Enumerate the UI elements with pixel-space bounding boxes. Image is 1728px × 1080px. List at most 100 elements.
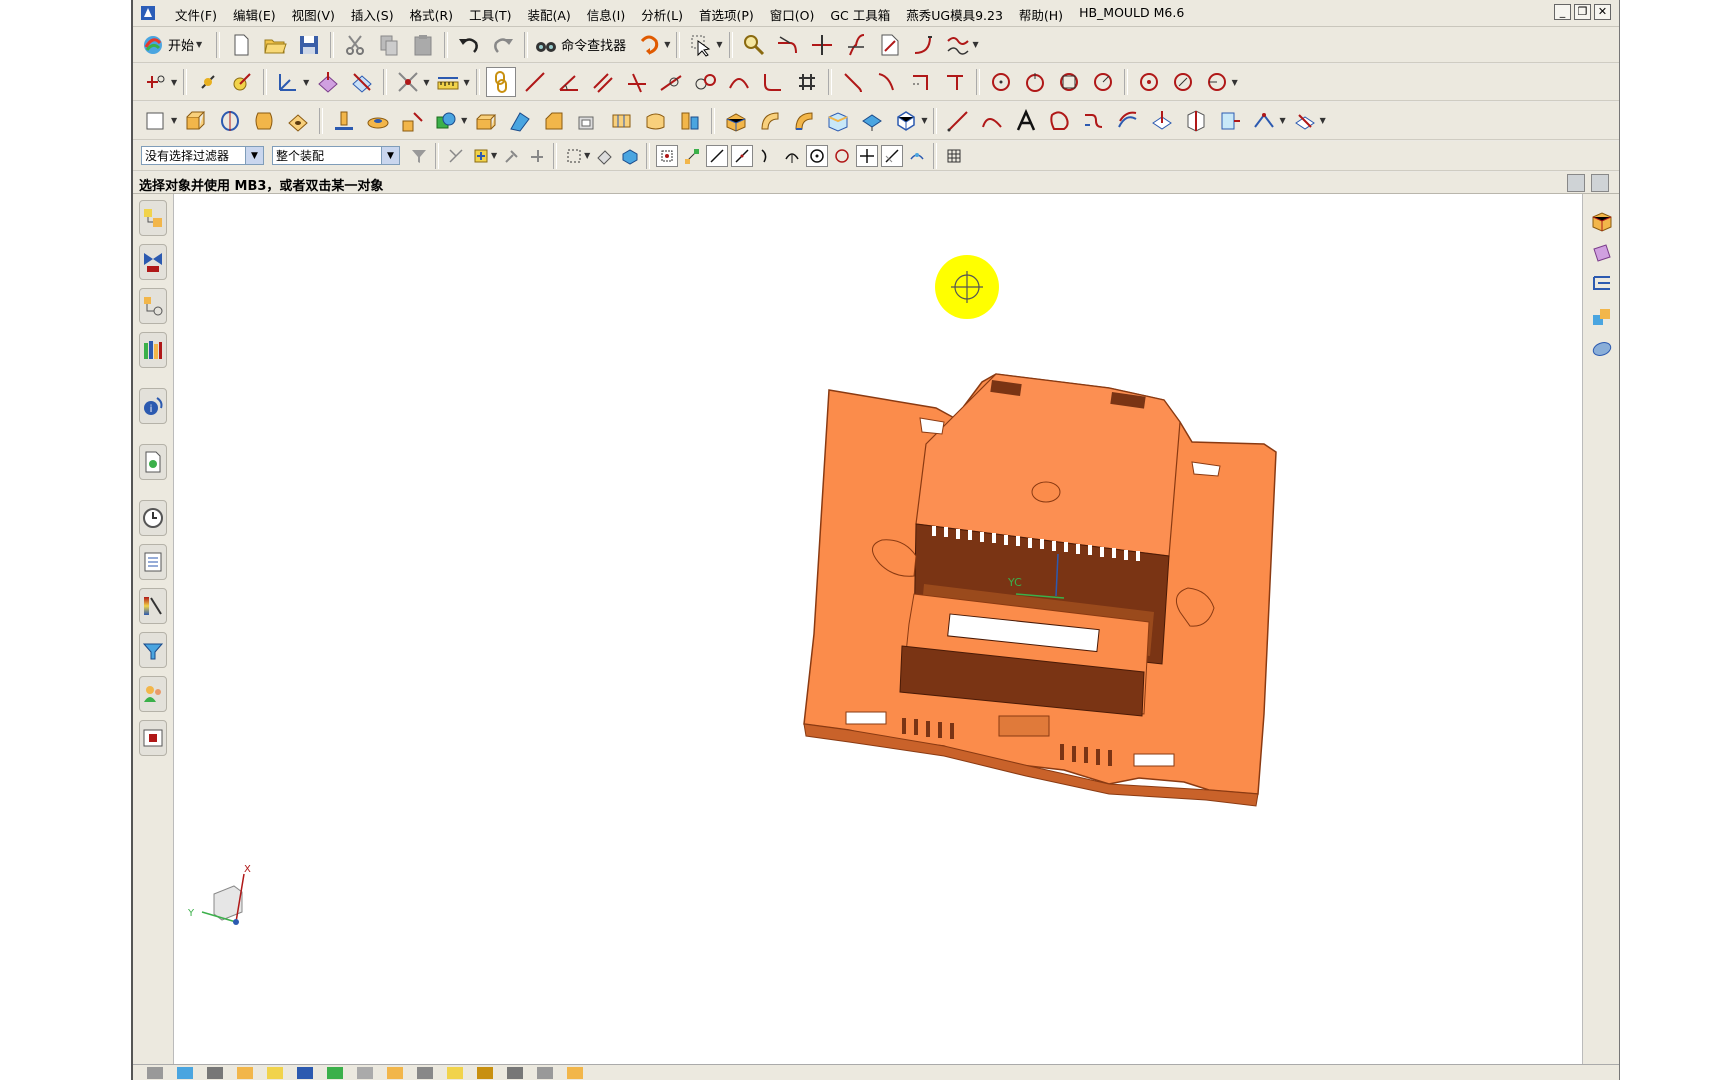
chevron-down-icon[interactable]: ▼ [491, 151, 497, 160]
through-curves-button[interactable] [823, 106, 853, 136]
restore-button[interactable]: ❐ [1574, 4, 1591, 20]
bottom-tool-icon[interactable] [357, 1066, 373, 1079]
variational-sweep-button[interactable] [789, 106, 819, 136]
model-tree-button[interactable] [1589, 272, 1615, 298]
bottom-tool-icon[interactable] [207, 1066, 223, 1079]
snap-end-point-button[interactable] [681, 145, 703, 167]
chevron-down-icon[interactable]: ▼ [463, 78, 469, 87]
minimize-button[interactable]: _ [1554, 4, 1571, 20]
deselect-all-button[interactable] [594, 145, 616, 167]
perpendicular-line-button[interactable] [622, 67, 652, 97]
ruler-button[interactable] [433, 67, 463, 97]
extract-curve-button[interactable] [1249, 106, 1279, 136]
bottom-tool-icon[interactable] [477, 1066, 493, 1079]
chevron-down-icon[interactable]: ▼ [973, 40, 979, 49]
shell-button[interactable] [573, 106, 603, 136]
arc-button[interactable] [724, 67, 754, 97]
bottom-tool-icon[interactable] [567, 1066, 583, 1079]
bottom-tool-icon[interactable] [537, 1066, 553, 1079]
chevron-down-icon[interactable]: ▼ [303, 78, 309, 87]
menu-assembly[interactable]: 装配(A) [519, 5, 578, 24]
project-curve-button[interactable] [1147, 106, 1177, 136]
associative-toggle[interactable] [485, 67, 516, 97]
menu-information[interactable]: 信息(I) [579, 5, 633, 24]
web-browser-button[interactable] [139, 444, 167, 480]
draft-button[interactable] [607, 106, 637, 136]
nx-app-icon[interactable] [139, 4, 157, 22]
edit-curve-button[interactable] [875, 30, 905, 60]
extrude-button[interactable] [181, 106, 211, 136]
selection-scope-select[interactable]: 整个装配 ▼ [272, 146, 400, 165]
save-button[interactable] [294, 30, 324, 60]
sketch-button[interactable] [141, 106, 171, 136]
chevron-down-icon[interactable]: ▼ [1320, 116, 1326, 125]
menu-analysis[interactable]: 分析(L) [633, 5, 691, 24]
general-selection-filter-button[interactable] [408, 145, 430, 167]
datum-axis-button[interactable] [347, 67, 377, 97]
point-constructor-button[interactable] [193, 67, 223, 97]
angle-line-button[interactable] [554, 67, 584, 97]
bottom-tool-icon[interactable] [237, 1066, 253, 1079]
repeat-command-button[interactable] [634, 30, 664, 60]
parallel-line-button[interactable] [588, 67, 618, 97]
csys-button[interactable] [273, 67, 303, 97]
arc-tangent-button[interactable] [690, 67, 720, 97]
bridge-curve-button[interactable] [1079, 106, 1109, 136]
cylinder-button[interactable] [721, 106, 751, 136]
bottom-tool-icon[interactable] [267, 1066, 283, 1079]
smooth-spline-button[interactable] [943, 30, 973, 60]
chevron-down-icon[interactable]: ▼ [171, 116, 177, 125]
show-snap-grid-button[interactable] [943, 145, 965, 167]
offset-corner-button[interactable] [906, 67, 936, 97]
snap-bounded-grid-button[interactable] [906, 145, 928, 167]
snap-mid-point-button[interactable] [706, 144, 729, 167]
intersect-curve-button[interactable] [1181, 106, 1211, 136]
part-family-button[interactable] [1589, 304, 1615, 330]
edge-blend-button[interactable] [505, 106, 535, 136]
menu-window[interactable]: 窗口(O) [762, 5, 823, 24]
roles-button[interactable] [139, 676, 167, 712]
measure-distance-button[interactable] [393, 67, 423, 97]
paste-button[interactable] [408, 30, 438, 60]
start-button[interactable]: 开始 ▼ [141, 30, 206, 60]
circle-tangent-button[interactable] [1054, 67, 1084, 97]
pocket-button[interactable] [363, 106, 393, 136]
menu-tools[interactable]: 工具(T) [461, 5, 519, 24]
new-file-button[interactable] [226, 30, 256, 60]
menu-yanxiu-mould[interactable]: 燕秀UG模具9.23 [898, 5, 1011, 24]
snap-arc-center-button[interactable] [781, 145, 803, 167]
wrap-curve-button[interactable] [1290, 106, 1320, 136]
tangent-line-button[interactable] [656, 67, 686, 97]
process-studio-button[interactable] [139, 588, 167, 624]
plane-button[interactable] [313, 67, 343, 97]
offset-face-button[interactable] [641, 106, 671, 136]
boss-button[interactable] [329, 106, 359, 136]
cut-button[interactable] [340, 30, 370, 60]
curve-extend-button[interactable] [773, 30, 803, 60]
basic-curve-line-button[interactable] [943, 106, 973, 136]
menu-edit[interactable]: 编辑(E) [225, 5, 284, 24]
selection-options-button[interactable] [686, 30, 716, 60]
select-all-button[interactable] [445, 145, 467, 167]
assembly-navigator-button[interactable] [139, 200, 167, 236]
layer-settings-button[interactable] [1589, 240, 1615, 266]
menu-hb-mould[interactable]: HB_MOULD M6.6 [1071, 5, 1192, 24]
find-curve-button[interactable] [739, 30, 769, 60]
chevron-down-icon[interactable]: ▼ [921, 116, 927, 125]
part-navigator-button[interactable] [139, 288, 167, 324]
redo-button[interactable] [488, 30, 518, 60]
offset-curve-button[interactable] [1113, 106, 1143, 136]
unite-button[interactable] [431, 106, 461, 136]
edge-chamfer-button[interactable] [940, 67, 970, 97]
stop-at-intersection-button[interactable] [526, 145, 548, 167]
status-toggle-button[interactable] [1567, 174, 1585, 192]
revolve-button[interactable] [215, 106, 245, 136]
text-button[interactable] [1011, 106, 1041, 136]
reuse-library-button[interactable] [139, 332, 167, 368]
full-screen-button[interactable] [1591, 174, 1609, 192]
menu-preferences[interactable]: 首选项(P) [691, 5, 762, 24]
menu-format[interactable]: 格式(R) [402, 5, 461, 24]
trim-curve-button[interactable] [807, 30, 837, 60]
undo-button[interactable] [454, 30, 484, 60]
chevron-down-icon[interactable]: ▼ [423, 78, 429, 87]
